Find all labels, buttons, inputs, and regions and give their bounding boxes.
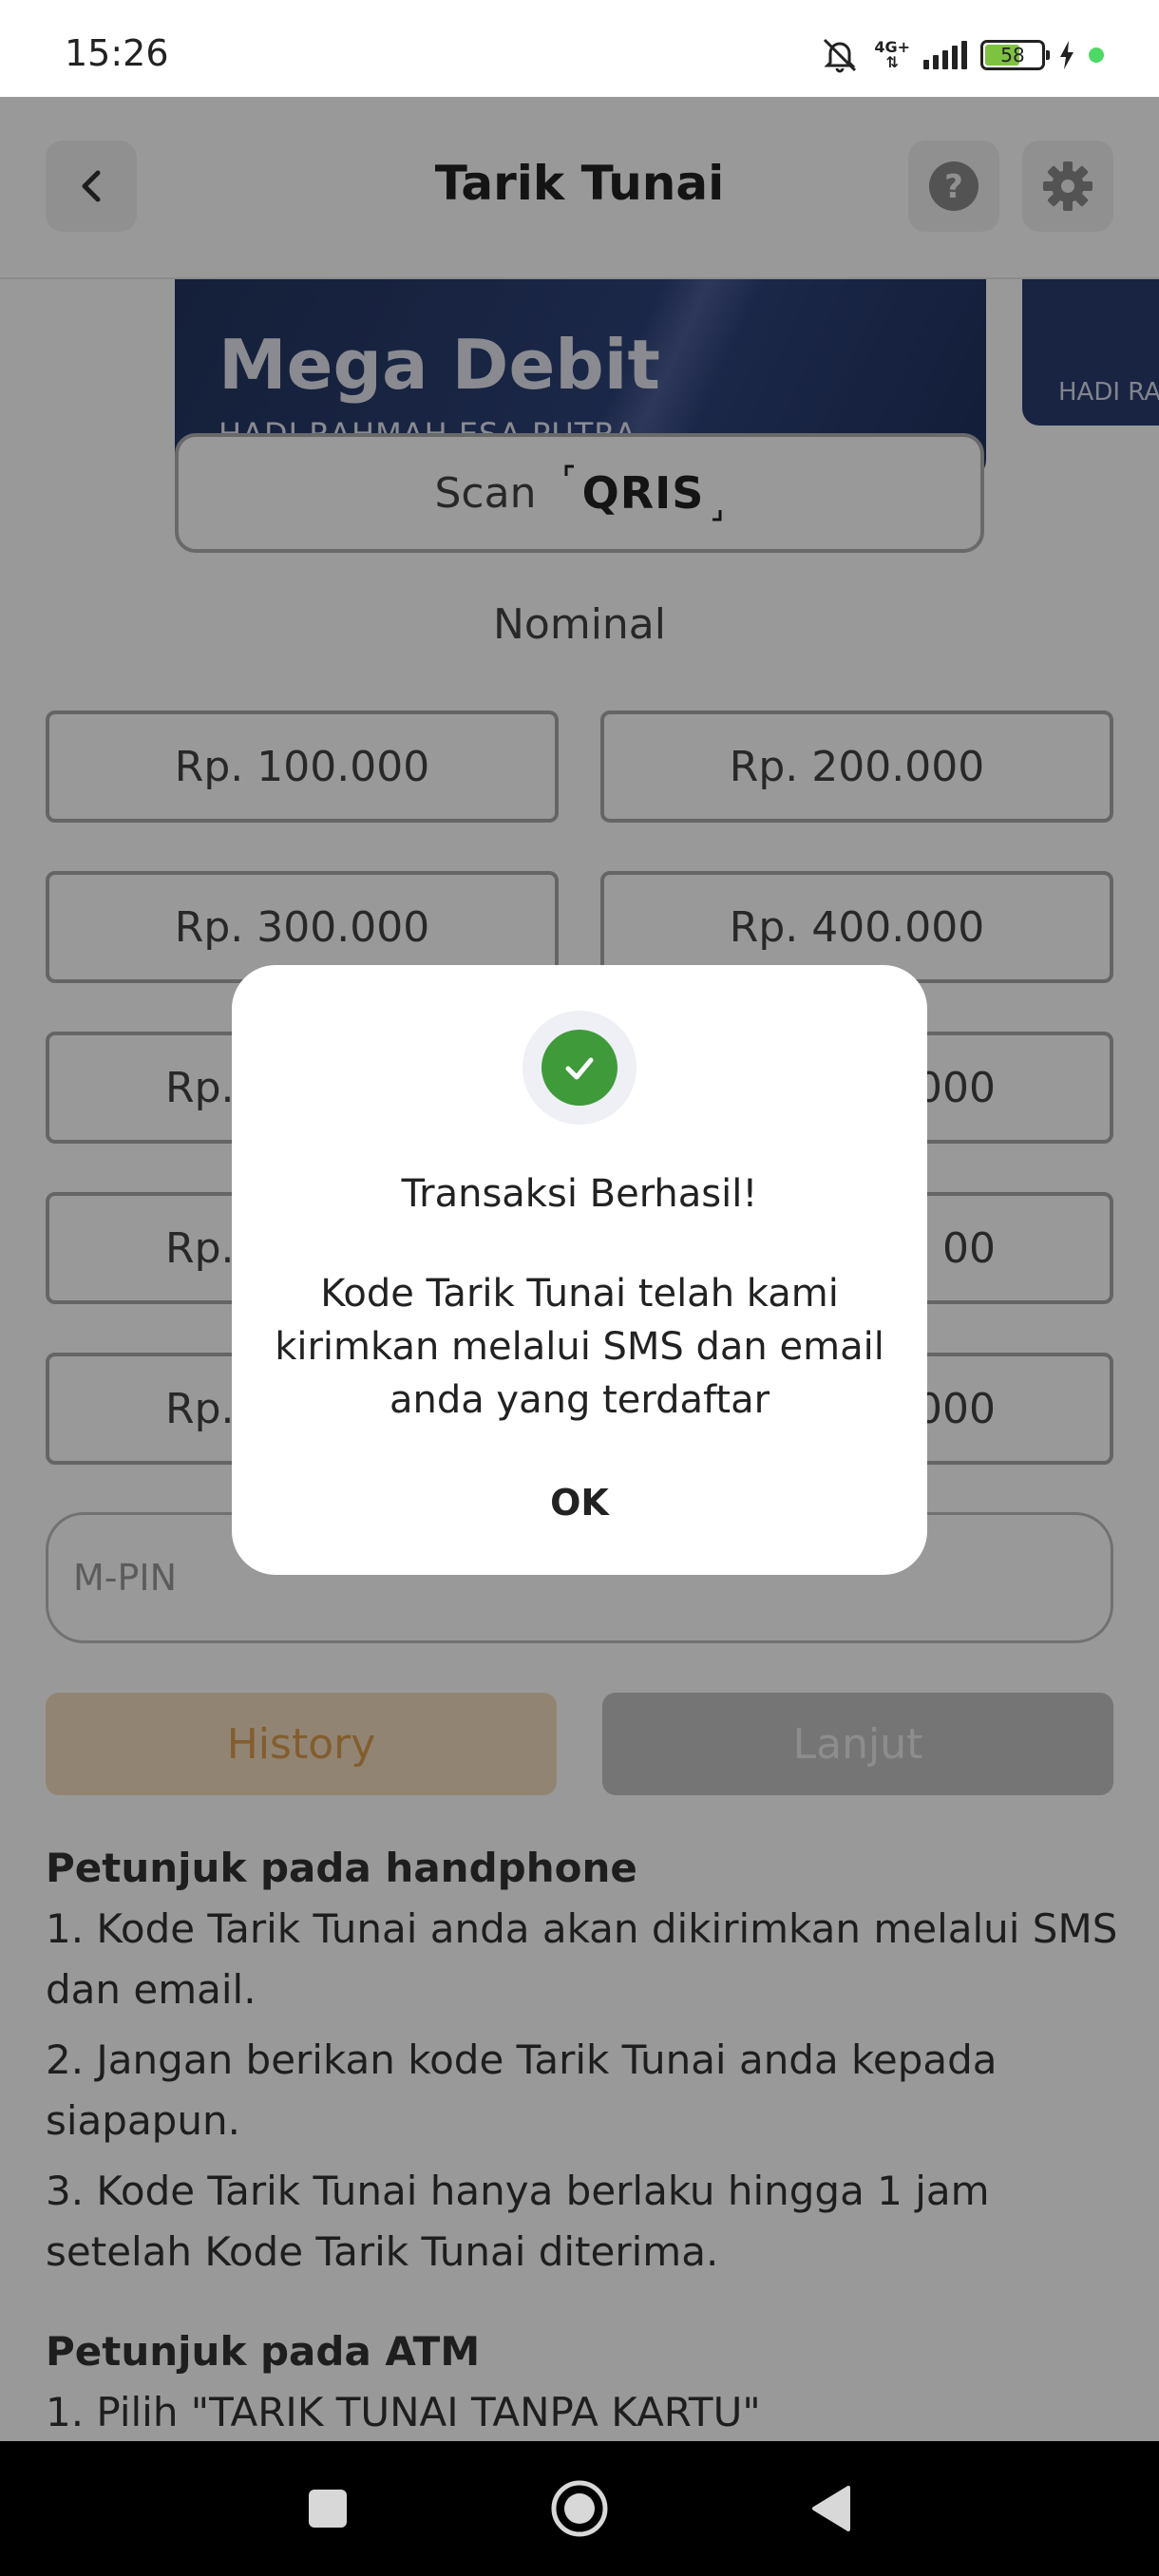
home-button[interactable] [546,2475,613,2542]
status-bar: 15:26 4G+ ⇅ 58 [0,0,1159,97]
battery-icon: 58 [980,40,1050,70]
home-circle-icon [551,2480,608,2537]
success-icon-ring [522,1011,636,1125]
charging-icon [1060,41,1074,69]
status-time: 15:26 [65,32,169,74]
network-type: 4G+ ⇅ [874,38,910,71]
back-triangle-icon [812,2486,850,2531]
back-nav-button[interactable] [798,2475,864,2542]
system-nav-bar [0,2441,1159,2576]
mute-bell-icon [824,38,857,73]
status-icons: 4G+ ⇅ 58 [819,36,1104,74]
ok-button[interactable]: OK [484,1468,674,1537]
signal-icon [923,41,967,69]
success-dialog: Transaksi Berhasil! Kode Tarik Tunai tel… [232,965,927,1575]
check-circle-icon [542,1030,618,1106]
dialog-title: Transaksi Berhasil! [401,1172,758,1216]
privacy-dot-icon [1089,47,1104,63]
recents-button[interactable] [294,2475,361,2542]
square-icon [309,2490,347,2528]
dialog-message: Kode Tarik Tunai telah kami kirimkan mel… [275,1272,884,1422]
